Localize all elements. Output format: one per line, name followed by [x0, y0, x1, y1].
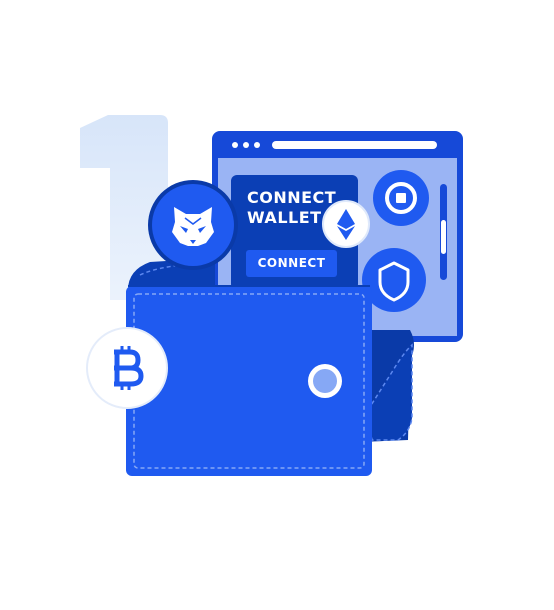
wallet-clasp-button[interactable] — [308, 364, 342, 398]
heading-line-2: WALLET — [247, 208, 322, 227]
connect-wallet-illustration: CONNECT WALLET CONNECT — [0, 0, 554, 610]
illustration-canvas — [80, 115, 463, 476]
address-bar — [272, 141, 437, 149]
scrollbar-thumb[interactable] — [441, 220, 446, 254]
heading-line-1: CONNECT — [247, 188, 337, 207]
window-dots — [232, 142, 260, 148]
bitcoin-icon[interactable] — [86, 327, 168, 409]
connect-button[interactable]: CONNECT — [246, 250, 337, 277]
connect-wallet-heading: CONNECT WALLET — [247, 188, 352, 228]
coin-icon[interactable] — [373, 170, 429, 226]
fox-icon[interactable] — [148, 180, 238, 270]
